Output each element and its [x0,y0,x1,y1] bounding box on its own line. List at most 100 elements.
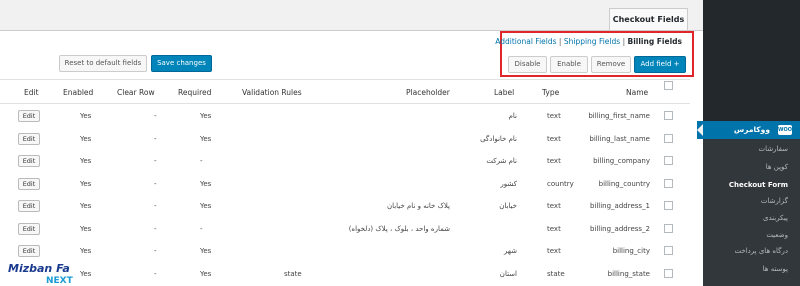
row-checkbox[interactable] [664,133,673,143]
svg-text:NEXT: NEXT [46,276,74,286]
cell-label: نام شرکت [486,157,517,165]
cell-required: Yes [200,202,212,210]
cell-required: - [200,157,203,165]
row-checkbox[interactable] [664,223,673,233]
row-checkbox[interactable] [664,111,673,120]
edit-button[interactable]: Edit [18,200,40,212]
select-all-checkbox[interactable] [664,81,673,90]
col-header-enabled: Enabled [63,88,94,97]
cell-name: billing_address_2 [589,224,650,233]
cell-name: billing_last_name [589,134,650,143]
cell-label: استان [499,269,517,278]
col-header-name: Name [626,88,649,97]
cell-required: Yes [200,112,212,120]
link-separator: | [622,37,626,46]
cell-type: text [547,224,561,233]
add-field-button[interactable]: Add field + [634,56,686,73]
header-bottom-border [0,103,690,104]
cell-name: billing_country [598,179,650,188]
col-header-clear-row: Clear Row [117,88,155,97]
link-separator: | [558,37,562,46]
disable-button[interactable]: Disable [508,56,547,73]
edit-button[interactable]: Edit [18,132,40,145]
edit-button[interactable]: Edit [18,110,40,122]
cell-type: text [547,112,561,120]
submenu-reports[interactable]: گزارشات [761,197,788,205]
cell-type: state [547,269,565,278]
svg-text:Mizban Fa: Mizban Fa [8,262,70,275]
edit-button[interactable]: Edit [18,177,40,190]
cell-type: text [547,247,561,255]
cell-enabled: Yes [80,224,92,233]
edit-button[interactable]: Edit [18,222,40,235]
active-menu-arrow [697,124,703,136]
cell-enabled: Yes [80,202,92,210]
col-header-validation: Validation Rules [242,88,302,97]
submenu-payment-gateways[interactable]: درگاه های پرداخت [735,247,788,255]
enable-button[interactable]: Enable [550,56,588,73]
cell-label: شهر [504,247,517,255]
submenu-themes[interactable]: پوسته ها [763,265,788,273]
sidebar-item-label: ووکامرس [733,125,770,134]
cell-required: Yes [200,134,212,143]
main-content: Checkout Fields Additional Fields | Ship… [0,0,703,286]
cell-placeholder: پلاک خانه و نام خیابان [386,202,450,210]
mizbanfa-logo: Mizban Fa NEXT [8,262,74,286]
row-checkbox[interactable] [664,156,673,165]
cell-name: billing_state [607,269,650,278]
cell-type: country [547,179,574,188]
cell-label: نام [508,112,517,120]
sidebar-submenu: سفارشات کوپن ها Checkout Form گزارشات پی… [703,139,800,286]
edit-button[interactable]: Edit [18,155,40,167]
cell-clear-row: - [154,247,157,255]
cell-placeholder: شماره واحد ، بلوک ، پلاک (دلخواه) [348,224,450,233]
cell-clear-row: - [154,112,157,120]
admin-sidebar: WOO ووکامرس سفارشات کوپن ها Checkout For… [697,0,800,286]
col-header-required: Required [178,88,212,97]
cell-clear-row: - [154,269,157,278]
cell-name: billing_company [593,157,650,165]
col-header-label: Label [494,88,515,97]
sidebar-item-woocommerce[interactable]: WOO ووکامرس [697,121,800,139]
cell-label: کشور [500,179,517,188]
cell-type: text [547,202,561,210]
cell-required: Yes [200,179,212,188]
table-top-border [0,79,690,80]
col-header-edit: Edit [24,88,39,97]
link-billing-fields[interactable]: Billing Fields [627,37,682,46]
submenu-settings[interactable]: پیکربندی [763,214,788,222]
cell-label: خیابان [499,202,517,210]
cell-required: Yes [200,247,212,255]
submenu-coupons[interactable]: کوپن ها [766,163,788,171]
row-checkbox[interactable] [664,268,673,278]
save-changes-button[interactable]: Save changes [151,55,212,72]
row-checkbox[interactable] [664,178,673,188]
row-checkbox[interactable] [664,201,673,210]
tab-checkout-fields[interactable]: Checkout Fields [609,8,688,30]
cell-name: billing_first_name [588,112,650,120]
cell-name: billing_address_1 [589,202,650,210]
cell-type: text [547,134,561,143]
submenu-checkout-form[interactable]: Checkout Form [729,181,788,189]
row-checkbox[interactable] [664,246,673,255]
cell-required: - [200,224,203,233]
submenu-orders[interactable]: سفارشات [758,145,788,153]
cell-label: نام خانوادگی [480,134,517,143]
cell-clear-row: - [154,134,157,143]
reset-default-fields-button[interactable]: Reset to default fields [59,55,147,72]
link-shipping-fields[interactable]: Shipping Fields [564,37,620,46]
cell-enabled: Yes [80,134,92,143]
submenu-status[interactable]: وضعیت [766,231,788,239]
col-header-placeholder: Placeholder [406,88,450,97]
cell-enabled: Yes [80,179,92,188]
cell-clear-row: - [154,157,157,165]
cell-required: Yes [200,269,212,278]
remove-button[interactable]: Remove [591,56,631,73]
col-header-type: Type [542,88,560,97]
cell-validation: state [284,269,302,278]
cell-name: billing_city [612,247,650,255]
cell-type: text [547,157,561,165]
link-additional-fields[interactable]: Additional Fields [495,37,556,46]
field-section-links: Additional Fields | Shipping Fields | Bi… [495,37,682,46]
woocommerce-icon: WOO [778,125,793,135]
